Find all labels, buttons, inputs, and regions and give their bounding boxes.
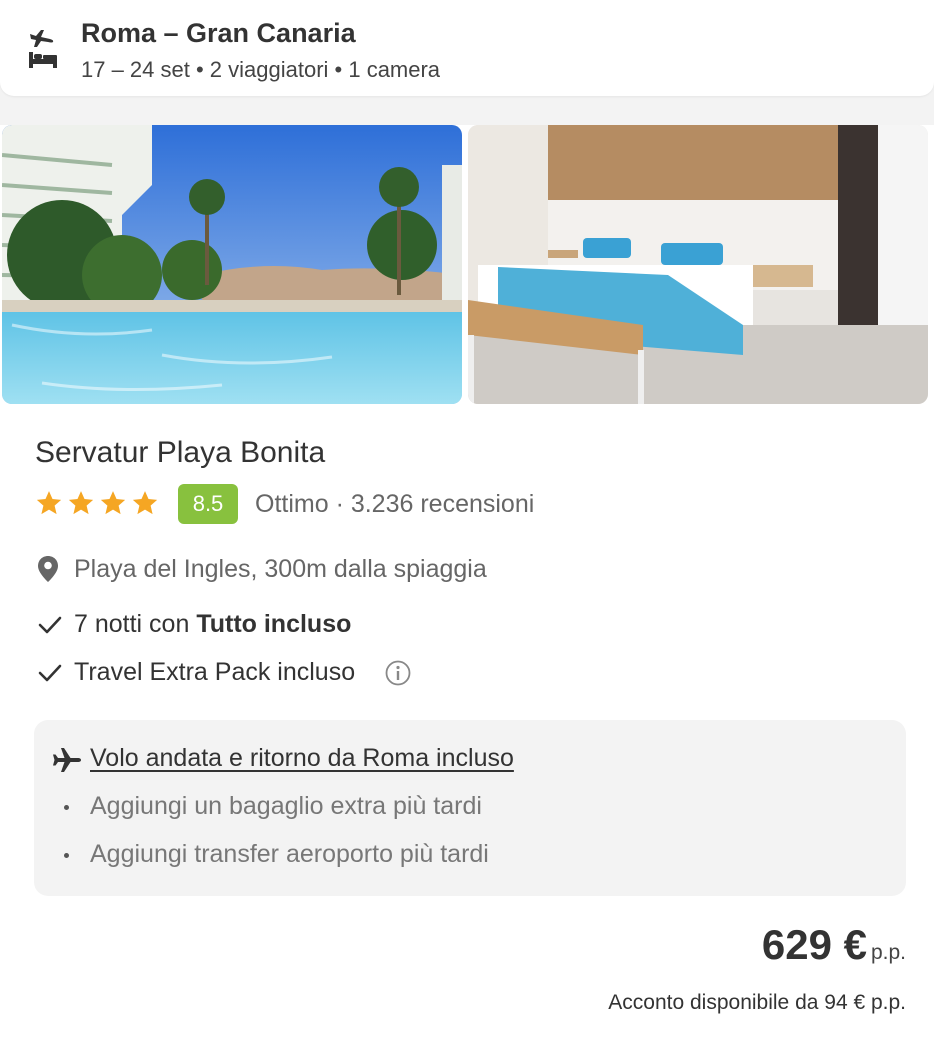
- feature-text: 7 notti con Tutto incluso: [74, 610, 352, 638]
- rating-row: 8.5 Ottimo · 3.236 recensioni: [35, 484, 895, 524]
- flight-included-link[interactable]: Volo andata e ritorno da Roma incluso: [90, 744, 514, 773]
- flight-info-box: Volo andata e ritorno da Roma incluso Ag…: [34, 720, 906, 896]
- bullet-icon: [64, 805, 69, 810]
- feature-highlight: Tutto incluso: [196, 610, 352, 638]
- star-icon: [68, 491, 94, 515]
- star-icon: [100, 491, 126, 515]
- feature-travel-extra-pack: Travel Extra Pack incluso: [35, 658, 895, 690]
- review-score-badge: 8.5: [178, 484, 238, 524]
- trip-summary-header[interactable]: Roma – Gran Canaria 17 – 24 set • 2 viag…: [0, 0, 934, 96]
- transfer-text: Aggiungi transfer aeroporto più tardi: [90, 840, 489, 868]
- location-row: Playa del Ingles, 300m dalla spiaggia: [35, 554, 895, 586]
- list-item: Aggiungi transfer aeroporto più tardi: [64, 840, 864, 872]
- trip-details: 17 – 24 set • 2 viaggiatori • 1 camera: [81, 57, 441, 82]
- bullet-icon: [64, 853, 69, 858]
- price: 629 € p.p.: [762, 921, 906, 969]
- price-amount: 629 €: [761, 921, 867, 968]
- info-icon[interactable]: [385, 660, 411, 686]
- feature-text: Travel Extra Pack incluso: [74, 658, 356, 686]
- plane-icon: [53, 748, 81, 772]
- list-item: Aggiungi un bagaglio extra più tardi: [64, 792, 864, 824]
- location-pin-icon: [38, 556, 58, 582]
- extra-baggage-text: Aggiungi un bagaglio extra più tardi: [90, 792, 482, 820]
- hotel-name[interactable]: Servatur Playa Bonita: [35, 436, 325, 470]
- pool-photo[interactable]: [2, 125, 462, 404]
- plane-bed-icon: [29, 30, 57, 68]
- hotel-offer-card[interactable]: Servatur Playa Bonita 8.5 Ottimo · 3.236…: [0, 125, 934, 1046]
- price-unit: p.p.: [870, 941, 906, 964]
- star-icon: [132, 491, 158, 515]
- location-text: Playa del Ingles, 300m dalla spiaggia: [74, 555, 487, 583]
- trip-route-title: Roma – Gran Canaria: [81, 18, 356, 48]
- room-photo[interactable]: [468, 125, 928, 404]
- check-icon: [38, 664, 62, 682]
- star-rating: [35, 489, 159, 517]
- photo-gallery[interactable]: [0, 125, 934, 405]
- feature-all-inclusive: 7 notti con Tutto incluso: [35, 610, 895, 642]
- check-icon: [38, 616, 62, 634]
- deposit-info: Acconto disponibile da 94 € p.p.: [608, 991, 906, 1014]
- star-icon: [36, 491, 62, 515]
- review-summary[interactable]: Ottimo · 3.236 recensioni: [255, 490, 534, 519]
